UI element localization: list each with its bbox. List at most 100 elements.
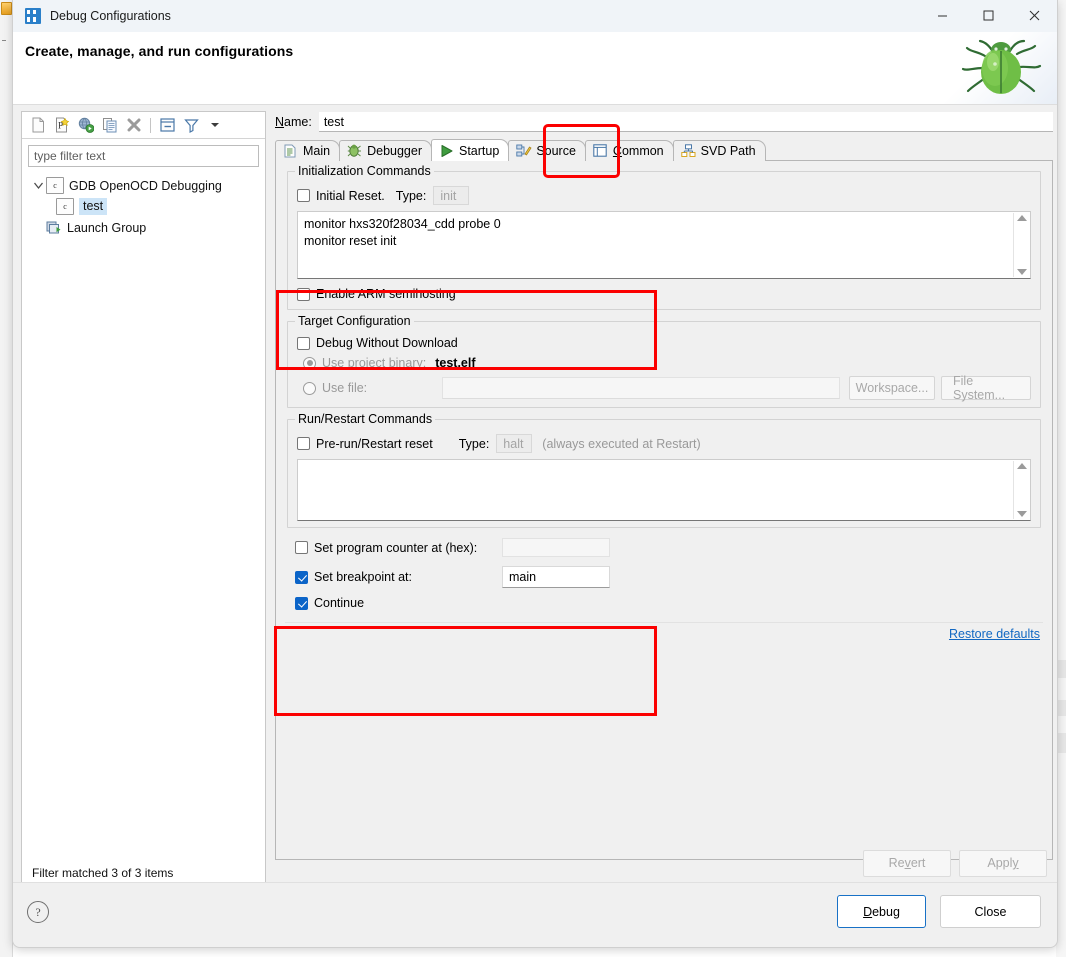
- close-icon: [1029, 10, 1039, 21]
- tab-svd-path[interactable]: SVD Path: [672, 140, 766, 161]
- initial-reset-label: Initial Reset.: [316, 188, 385, 203]
- new-configuration-icon[interactable]: [26, 114, 50, 136]
- continue-label: Continue: [314, 596, 365, 610]
- scroll-up-arrow-icon[interactable]: [1016, 463, 1027, 469]
- continue-checkbox[interactable]: [295, 596, 308, 610]
- new-prototype-icon[interactable]: P: [50, 114, 74, 136]
- maximize-button[interactable]: [965, 0, 1011, 31]
- debug-configurations-dialog: Debug Configurations Create, manage, and…: [12, 0, 1058, 948]
- enable-semihosting-row: Enable ARM semihosting: [297, 287, 1031, 301]
- run-restart-scrollbar[interactable]: [1013, 461, 1029, 519]
- tab-startup[interactable]: Startup: [431, 139, 510, 161]
- tab-label: Common: [612, 144, 664, 158]
- use-file-radio[interactable]: [303, 381, 316, 395]
- configuration-name-input[interactable]: [318, 112, 1053, 132]
- continue-row: Continue: [295, 596, 1034, 610]
- scroll-up-arrow-icon[interactable]: [1016, 215, 1027, 221]
- revert-button[interactable]: Revert: [863, 849, 951, 877]
- breakpoint-input[interactable]: main: [502, 566, 610, 588]
- run-restart-commands-textarea[interactable]: [297, 459, 1031, 521]
- tree-item-launch-group[interactable]: Launch Group: [30, 217, 265, 238]
- apply-label: Apply: [987, 856, 1019, 870]
- filter-icon[interactable]: [179, 114, 203, 136]
- initial-reset-type-label: Type:: [395, 188, 427, 203]
- backdrop-perspective-icon: [1, 2, 12, 15]
- initialization-commands-group: Initialization Commands Initial Reset. T…: [287, 164, 1041, 310]
- enable-arm-semihosting-checkbox[interactable]: [297, 287, 310, 301]
- toolbar-separator: [150, 117, 151, 133]
- minimize-button[interactable]: [919, 0, 965, 31]
- use-file-input[interactable]: [442, 377, 840, 399]
- backdrop-divider: [2, 40, 6, 41]
- restore-defaults-row: Restore defaults: [285, 627, 1040, 641]
- delete-icon[interactable]: [122, 114, 146, 136]
- project-binary-value: test.elf: [435, 356, 476, 370]
- filter-input[interactable]: type filter text: [28, 145, 259, 167]
- initialization-commands-textarea[interactable]: monitor hxs320f28034_cdd probe 0 monitor…: [297, 211, 1031, 279]
- tree-item-label: Launch Group: [67, 220, 147, 235]
- source-lookup-icon: [516, 144, 532, 158]
- launch-group-icon: [46, 220, 62, 235]
- dialog-header: Create, manage, and run configurations: [13, 32, 1057, 105]
- tab-main[interactable]: Main: [275, 140, 341, 161]
- tab-common[interactable]: Common: [584, 140, 674, 161]
- group-legend: Target Configuration: [295, 314, 414, 328]
- close-dialog-button[interactable]: Close: [940, 895, 1041, 928]
- tab-label: Source: [536, 144, 576, 158]
- c-launch-icon: c: [46, 177, 64, 194]
- init-command-line-1: monitor hxs320f28034_cdd probe 0: [304, 217, 501, 231]
- scroll-down-arrow-icon[interactable]: [1016, 269, 1027, 275]
- help-icon[interactable]: ?: [27, 901, 49, 923]
- workspace-button[interactable]: Workspace...: [849, 376, 935, 400]
- eclipse-debug-icon: [25, 8, 41, 24]
- duplicate-icon[interactable]: [98, 114, 122, 136]
- tree-item-label: test: [79, 198, 108, 215]
- apply-revert-bar: Revert Apply: [275, 846, 1053, 880]
- set-program-counter-checkbox[interactable]: [295, 541, 308, 554]
- initial-reset-row: Initial Reset. Type: init: [297, 186, 1031, 205]
- debug-without-download-label: Debug Without Download: [316, 336, 458, 350]
- common-icon: [593, 144, 608, 158]
- configuration-editor-panel: Name: Main: [274, 111, 1053, 889]
- initial-reset-type-field[interactable]: init: [433, 186, 470, 205]
- tree-item-test[interactable]: c test: [30, 196, 265, 217]
- startup-tab-page: Initialization Commands Initial Reset. T…: [274, 160, 1053, 860]
- restore-defaults-link[interactable]: Restore defaults: [949, 627, 1040, 641]
- file-system-button[interactable]: File System...: [941, 374, 1031, 402]
- scroll-down-arrow-icon[interactable]: [1016, 511, 1027, 517]
- minimize-icon: [937, 15, 947, 17]
- run-restart-note: (always executed at Restart): [542, 436, 701, 451]
- enable-arm-semihosting-label: Enable ARM semihosting: [316, 287, 456, 301]
- tree-item-label: GDB OpenOCD Debugging: [69, 178, 222, 193]
- tab-source[interactable]: Source: [508, 140, 586, 161]
- init-command-line-2: monitor reset init: [304, 234, 397, 248]
- set-breakpoint-checkbox[interactable]: [295, 570, 308, 584]
- maximize-icon: [983, 10, 993, 21]
- tree-toolbar: P: [22, 112, 265, 139]
- close-label: Close: [974, 904, 1007, 919]
- initial-reset-checkbox[interactable]: [297, 189, 310, 202]
- dialog-title: Debug Configurations: [50, 9, 171, 23]
- revert-label: Revert: [888, 856, 926, 870]
- close-window-button[interactable]: [1011, 0, 1057, 31]
- tree-item-gdb-openocd-debugging[interactable]: c GDB OpenOCD Debugging: [30, 175, 265, 196]
- pre-run-restart-reset-checkbox[interactable]: [297, 437, 310, 450]
- expand-chevron-icon[interactable]: [30, 178, 46, 194]
- collapse-all-icon[interactable]: [155, 114, 179, 136]
- run-restart-type-label: Type:: [458, 436, 490, 451]
- use-project-binary-radio[interactable]: [303, 356, 316, 370]
- view-menu-chevron-icon[interactable]: [203, 114, 227, 136]
- debug-without-download-checkbox[interactable]: [297, 336, 310, 350]
- init-commands-scrollbar[interactable]: [1013, 213, 1029, 277]
- tab-label: SVD Path: [700, 144, 756, 158]
- tab-debugger[interactable]: Debugger: [339, 140, 432, 161]
- filter-placeholder: type filter text: [34, 149, 106, 163]
- svd-tree-icon: [680, 144, 696, 158]
- export-icon[interactable]: [74, 114, 98, 136]
- program-counter-input[interactable]: [502, 538, 610, 557]
- green-play-icon: [439, 144, 454, 158]
- apply-button[interactable]: Apply: [959, 849, 1047, 877]
- debug-button[interactable]: Debug: [837, 895, 926, 928]
- use-project-binary-label: Use project binary:: [322, 356, 427, 370]
- run-restart-type-field[interactable]: halt: [496, 434, 533, 453]
